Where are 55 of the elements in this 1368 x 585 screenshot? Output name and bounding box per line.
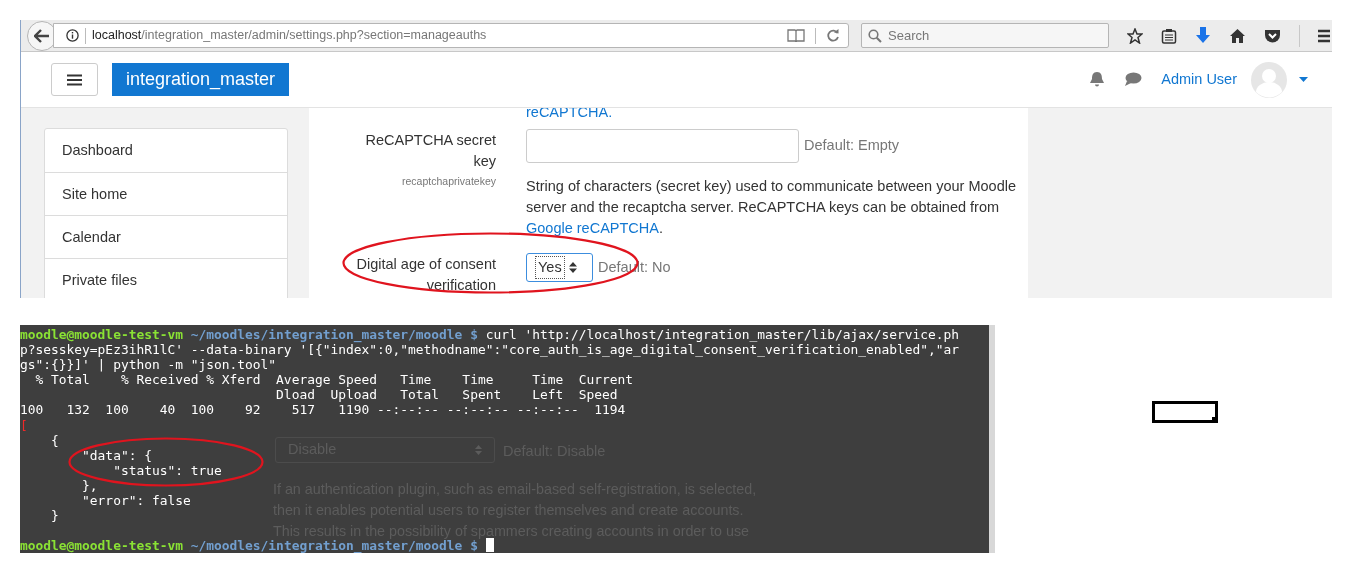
url-text: localhost/integration_master/admin/settings.php?section=manageauths: [92, 27, 487, 45]
text-field[interactable]: [526, 129, 799, 163]
default-value-text: Default: Empty: [804, 136, 900, 156]
terminal-output: p?sesskey=pEz3ihR1lC' --data-binary '[{"index":0,"methodname":"core_auth_is_age_digital_consent_verification_enabled","ar: [20, 342, 960, 358]
search-icon: [868, 28, 882, 43]
terminal-output: Dload Upload Total Spent Left Speed: [275, 387, 618, 403]
menu-button[interactable]: [51, 63, 98, 96]
terminal-output: },: [81, 477, 98, 493]
selection-rectangle: [1152, 401, 1218, 423]
sidebar-item[interactable]: Dashboard: [45, 129, 287, 172]
pocket-icon[interactable]: [1264, 27, 1281, 44]
sidebar-item[interactable]: Calendar: [45, 215, 287, 258]
terminal-output: }: [50, 508, 59, 524]
terminal-output: % Total % Received % Xferd Average Speed Time Time Time Current: [34, 372, 634, 388]
user-name-link[interactable]: Admin User: [1161, 68, 1237, 91]
menu-icon: [67, 73, 82, 86]
link[interactable]: Google reCAPTCHA: [526, 220, 659, 236]
terminal-output: "error": false: [81, 493, 191, 509]
search-placeholder: Search: [888, 26, 930, 45]
scrollbar[interactable]: [989, 325, 995, 553]
select-dropdown[interactable]: Yes: [526, 253, 593, 282]
info-icon: [66, 29, 79, 42]
sidebar-item[interactable]: Private files: [45, 258, 287, 298]
url-field[interactable]: localhost/integration_master/admin/settings.php?section=manageauths: [53, 23, 849, 48]
home-icon[interactable]: [1229, 27, 1246, 44]
menu-icon[interactable]: [1318, 28, 1330, 43]
search-field[interactable]: Search: [861, 23, 1109, 48]
terminal-output: "data": {: [81, 447, 152, 463]
bell-icon[interactable]: [1089, 71, 1106, 88]
prompt-user: moodle@moodle-test-vm: [20, 327, 183, 342]
site-brand-link[interactable]: integration_master: [112, 63, 289, 96]
back-arrow-icon: [34, 28, 50, 43]
prompt-path: ~/moodles/integration_master/moodle $: [189, 538, 478, 553]
command-text: curl 'http://localhost/integration_master/lib/ajax/service.ph: [484, 327, 960, 342]
download-arrow-icon[interactable]: [1195, 27, 1211, 44]
up-down-arrows-icon: [475, 445, 482, 455]
star-icon[interactable]: [1127, 27, 1143, 44]
prompt-user: moodle@moodle-test-vm: [20, 538, 183, 553]
setting-name: recaptchaprivatekey: [402, 174, 496, 189]
sidebar-item[interactable]: Site home: [45, 172, 287, 215]
up-down-arrows-icon: [568, 262, 577, 273]
terminal-output: [: [20, 417, 28, 433]
terminal-output: {: [50, 432, 59, 448]
setting-description: String of characters (secret key) used to communicate between your Moodle server and the recaptcha server. ReCAPTCHA keys can be obtained from Google reCAPTCHA.: [526, 177, 1016, 238]
prompt-path: ~/moodles/integration_master/moodle $: [189, 327, 478, 342]
terminal-output: 100 132 100 40 100 92 517 1190 --:--:-- --:--:-- --:--:-- 1194: [20, 402, 626, 418]
setting-label: Digital age of consent verification: [355, 255, 496, 295]
chat-bubble-icon[interactable]: [1124, 72, 1143, 87]
clipboard-list-icon[interactable]: [1161, 27, 1177, 44]
reload-icon[interactable]: [826, 28, 840, 43]
caret-icon[interactable]: [1299, 77, 1308, 82]
reader-view-icon[interactable]: [787, 29, 805, 42]
setting-label: ReCAPTCHA secret key: [364, 131, 496, 171]
terminal-output: gs":{}}]' | python -m "json.tool": [20, 357, 277, 373]
terminal-output: "status": true: [112, 462, 222, 478]
